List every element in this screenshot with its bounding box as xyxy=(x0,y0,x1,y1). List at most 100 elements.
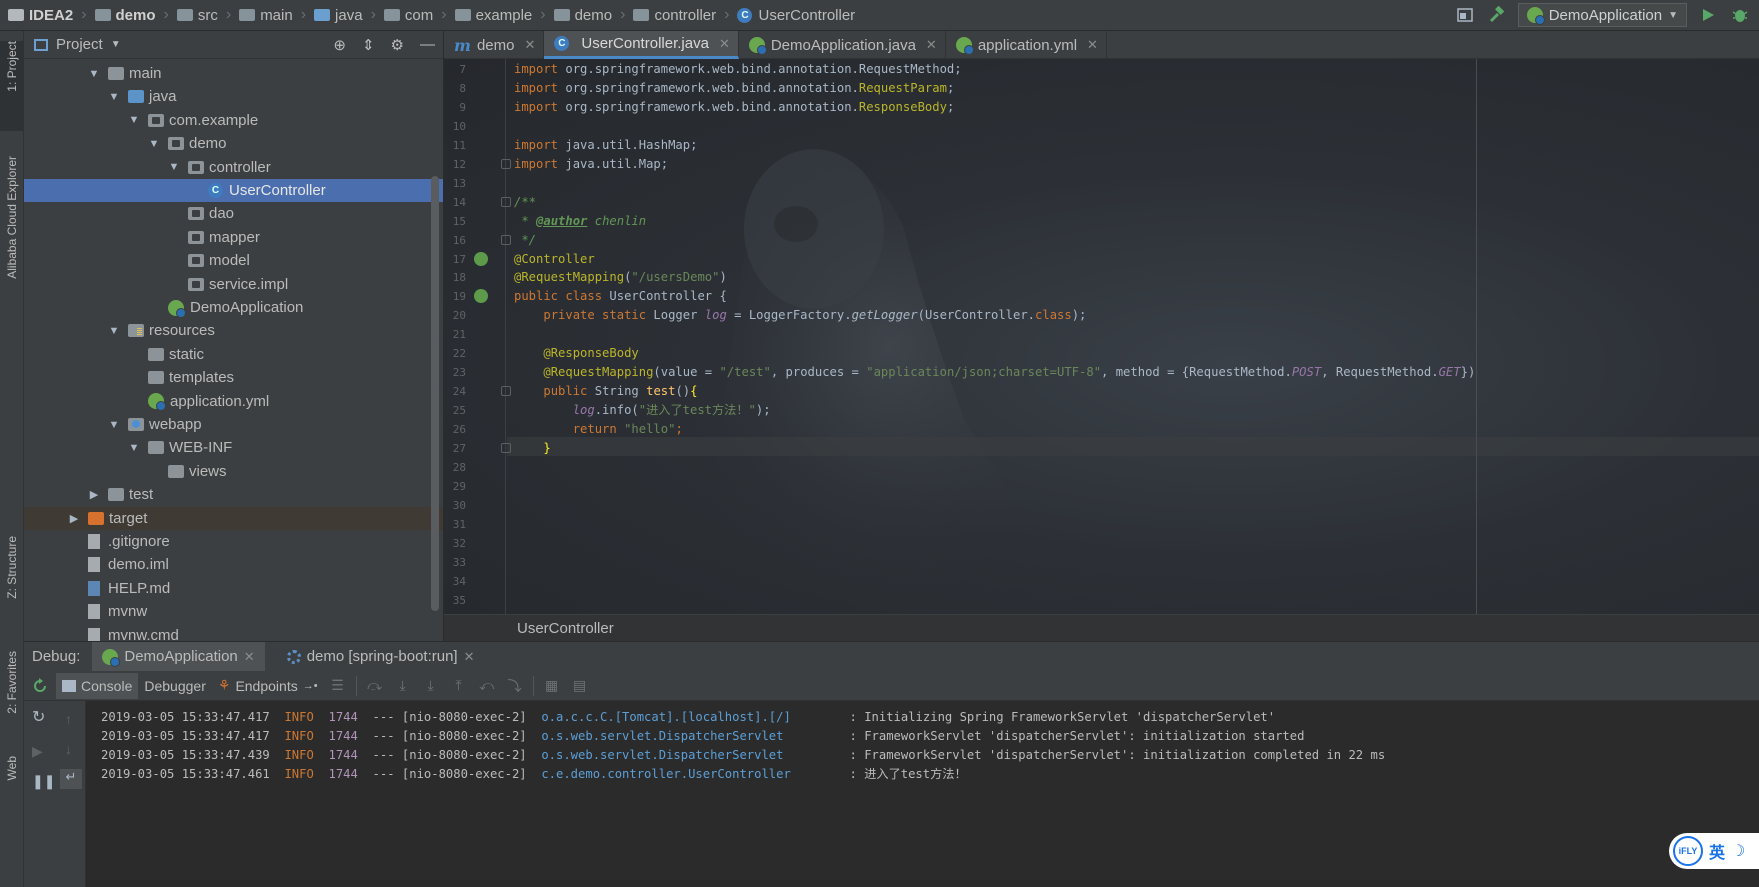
tree-item[interactable]: ▼ main xyxy=(24,62,443,85)
console-tab[interactable]: Console xyxy=(56,672,139,699)
settings-gear-icon[interactable]: ⚙ xyxy=(391,36,404,54)
debug-bug-icon[interactable] xyxy=(1729,4,1751,26)
endpoints-tab[interactable]: ⚘ Endpoints →• xyxy=(212,673,324,699)
code-editor[interactable]: 7 8 9 10 11 12 13 14 15 16 17 18 19 20 21 22 23 24 25 26 27 2… xyxy=(444,59,1759,614)
arrow-down-icon[interactable]: ↓ xyxy=(65,741,72,757)
rerun-icon[interactable] xyxy=(24,675,56,697)
layout-icon[interactable] xyxy=(1454,4,1476,26)
tree-item[interactable]: ▼ WEB-INF xyxy=(24,436,443,459)
soft-wrap-icon[interactable]: ↵ xyxy=(60,769,82,789)
tool-tab-structure[interactable]: Z: Structure xyxy=(0,536,24,626)
tree-item[interactable]: ▼ java xyxy=(24,85,443,108)
collapse-arrow-icon[interactable]: ▶ xyxy=(88,488,100,501)
tree-item[interactable]: ▼ com.example xyxy=(24,109,443,132)
tree-item[interactable]: dao xyxy=(24,202,443,225)
tree-item[interactable]: mvnw xyxy=(24,600,443,623)
run-icon[interactable] xyxy=(1697,4,1719,26)
tree-item[interactable]: .gitignore xyxy=(24,530,443,553)
breadcrumb-item[interactable]: example xyxy=(454,7,532,24)
breadcrumb-item[interactable]: main xyxy=(239,7,293,24)
fold-marker-icon[interactable] xyxy=(501,158,511,169)
breadcrumb-item[interactable]: java xyxy=(314,7,363,24)
tree-item[interactable]: ▼ webapp xyxy=(24,413,443,436)
tree-item[interactable]: ▶ test xyxy=(24,483,443,506)
tree-item[interactable]: ▶ target xyxy=(24,506,443,530)
run-to-cursor-icon[interactable]: ⤵ xyxy=(507,678,523,694)
fold-marker-icon[interactable] xyxy=(501,234,511,245)
tree-item[interactable]: views xyxy=(24,460,443,483)
editor-tab[interactable]: DemoApplication.java ✕ xyxy=(739,31,946,59)
tree-item[interactable]: service.impl xyxy=(24,273,443,296)
breadcrumb-item[interactable]: com xyxy=(383,7,433,24)
tree-item[interactable]: mvnw.cmd xyxy=(24,624,443,641)
pause-icon[interactable]: ❚❚ xyxy=(32,773,55,790)
project-scrollbar[interactable] xyxy=(431,176,439,611)
tree-item[interactable]: ▼ demo xyxy=(24,132,443,155)
tree-item[interactable]: HELP.md xyxy=(24,577,443,600)
spring-bean-gutter-icon[interactable] xyxy=(474,251,488,266)
evaluate-icon[interactable]: ▦ xyxy=(544,677,560,693)
close-icon[interactable]: ✕ xyxy=(464,649,475,665)
close-icon[interactable]: ✕ xyxy=(719,36,730,52)
step-over-icon[interactable]: ⤼ xyxy=(367,677,383,693)
editor-tab[interactable]: application.yml ✕ xyxy=(946,31,1107,59)
step-out-icon[interactable]: ⤒ xyxy=(451,677,467,693)
expand-arrow-icon[interactable]: ▼ xyxy=(168,161,180,173)
console-output[interactable]: 2019-03-05 15:33:47.417 INFO 1744 --- [n… xyxy=(86,701,1759,887)
expand-arrow-icon[interactable]: ▼ xyxy=(128,114,140,126)
tree-item[interactable]: C UserController xyxy=(24,179,443,202)
close-icon[interactable]: ✕ xyxy=(244,649,255,665)
drop-frame-icon[interactable]: ⤺ xyxy=(479,677,495,693)
build-hammer-icon[interactable] xyxy=(1486,4,1508,26)
editor-tab[interactable]: C UserController.java ✕ xyxy=(544,31,739,59)
expand-arrow-icon[interactable]: ▼ xyxy=(88,68,100,80)
expand-arrow-icon[interactable]: ▼ xyxy=(128,442,140,454)
resume-icon[interactable]: ▶ xyxy=(32,743,43,760)
tree-item[interactable]: DemoApplication xyxy=(24,296,443,319)
collapse-all-icon[interactable]: ⇕ xyxy=(362,36,375,54)
tree-item[interactable]: static xyxy=(24,343,443,366)
fold-marker-icon[interactable] xyxy=(501,443,511,453)
breadcrumb-item[interactable]: IDEA2 xyxy=(8,7,73,24)
locate-icon[interactable]: ⊕ xyxy=(333,36,346,54)
tool-tab-alibaba-cloud[interactable]: Alibaba Cloud Explorer xyxy=(0,156,24,306)
breadcrumb-item[interactable]: demo xyxy=(94,7,156,24)
fold-marker-icon[interactable] xyxy=(501,386,511,397)
tree-item[interactable]: ▼ controller xyxy=(24,156,443,179)
expand-arrow-icon[interactable]: ▼ xyxy=(108,91,120,103)
editor-breadcrumb[interactable]: UserController xyxy=(444,614,1759,641)
trace-icon[interactable]: ▤ xyxy=(572,677,588,693)
close-icon[interactable]: ✕ xyxy=(1087,37,1098,53)
menu-icon[interactable]: ☰ xyxy=(330,677,346,693)
expand-arrow-icon[interactable]: ▼ xyxy=(108,419,120,431)
tree-item[interactable]: demo.iml xyxy=(24,553,443,576)
debug-tab-demoapplication[interactable]: DemoApplication ✕ xyxy=(92,641,265,672)
tool-tab-project[interactable]: 1: Project xyxy=(0,41,24,131)
tool-tab-web[interactable]: Web xyxy=(0,756,24,796)
run-configuration-select[interactable]: DemoApplication ▼ xyxy=(1517,3,1687,27)
hide-panel-icon[interactable]: — xyxy=(420,36,435,54)
breadcrumb-item[interactable]: C UserController xyxy=(737,7,855,24)
force-step-into-icon[interactable]: ⤓ xyxy=(423,677,439,693)
tree-item[interactable]: ▼ resources xyxy=(24,319,443,342)
tree-item[interactable]: model xyxy=(24,249,443,272)
breadcrumb-item[interactable]: controller xyxy=(633,7,716,24)
step-into-icon[interactable]: ⤓ xyxy=(395,677,411,693)
arrow-up-icon[interactable]: ↑ xyxy=(65,711,72,727)
tree-item[interactable]: templates xyxy=(24,366,443,389)
fold-marker-icon[interactable] xyxy=(501,196,511,207)
editor-tab[interactable]: m demo ✕ xyxy=(444,31,545,59)
tree-item[interactable]: mapper xyxy=(24,226,443,249)
expand-arrow-icon[interactable]: ▼ xyxy=(148,138,160,150)
close-icon[interactable]: ✕ xyxy=(926,37,937,53)
project-title[interactable]: Project xyxy=(56,36,103,53)
breadcrumb-item[interactable]: src xyxy=(176,7,218,24)
debug-tab-spring-boot-run[interactable]: demo [spring-boot:run] ✕ xyxy=(277,642,485,672)
ime-indicator[interactable]: iFLY 英 ☽ xyxy=(1669,833,1759,869)
spring-bean-gutter-icon[interactable] xyxy=(474,289,488,304)
expand-arrow-icon[interactable]: ▼ xyxy=(108,325,120,337)
breadcrumb-item[interactable]: demo xyxy=(553,7,612,24)
chevron-down-icon[interactable]: ▼ xyxy=(111,39,121,50)
refresh-icon[interactable]: ↻ xyxy=(32,707,45,727)
close-icon[interactable]: ✕ xyxy=(524,37,535,53)
